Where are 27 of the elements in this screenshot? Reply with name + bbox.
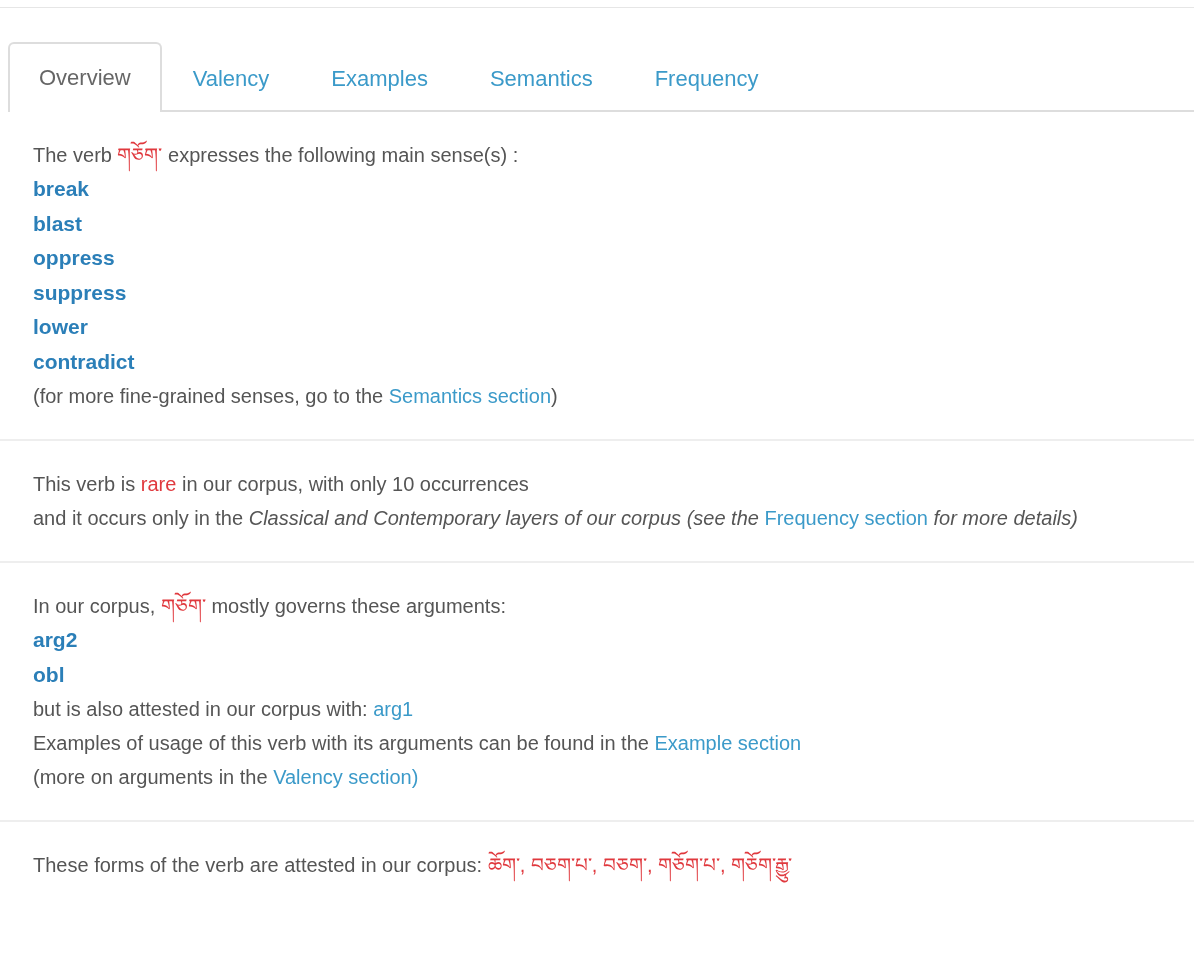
description-text: (for more fine-grained senses, go to the Semantics section) <box>33 384 559 409</box>
tab[interactable]: Frequency <box>623 44 790 112</box>
section-link[interactable]: Example section <box>654 732 802 754</box>
sense-label: oppress <box>33 245 116 271</box>
sense-label: arg2 <box>33 627 79 653</box>
section-link[interactable]: Valency section) <box>273 766 419 788</box>
sense-label: obl <box>33 661 66 688</box>
description-text: (more on arguments in the Valency section) <box>33 765 420 790</box>
description-text: but is also attested in our corpus with: arg1 <box>33 697 415 722</box>
description-text: and it occurs only in the Classical and Contemporary layers of our corpus (see the Frequency section for more details) <box>33 506 1079 531</box>
tab[interactable]: Overview <box>8 42 162 112</box>
tab[interactable]: Valency <box>161 44 301 112</box>
description-text: This verb is rare in our corpus, with only 10 occurrences <box>33 472 530 497</box>
sense-label: blast <box>33 210 83 237</box>
tab[interactable]: Examples <box>300 44 459 112</box>
description-text: In our corpus, གཅོག་ mostly governs these arguments: <box>33 589 1194 623</box>
sense-label: suppress <box>33 279 128 306</box>
sense-label: break <box>33 176 91 202</box>
tab[interactable]: Semantics <box>458 44 624 112</box>
description-text: The verb གཅོག་ expresses the following main sense(s) : <box>33 138 1194 172</box>
sense-label: lower <box>33 314 89 340</box>
section-link[interactable]: arg1 <box>373 698 414 720</box>
description-text: Examples of usage of this verb with its arguments can be found in the Example section <box>33 731 803 756</box>
sense-label: contradict <box>33 348 136 375</box>
description-text: These forms of the verb are attested in our corpus: ཆོག་, བཅག་པ་, བཅག་, གཅོག་པ་, གཅོག་རྒྱུ་ <box>33 848 1194 882</box>
section-link[interactable]: Semantics section <box>388 385 552 407</box>
section-link[interactable]: Frequency section <box>764 507 928 529</box>
